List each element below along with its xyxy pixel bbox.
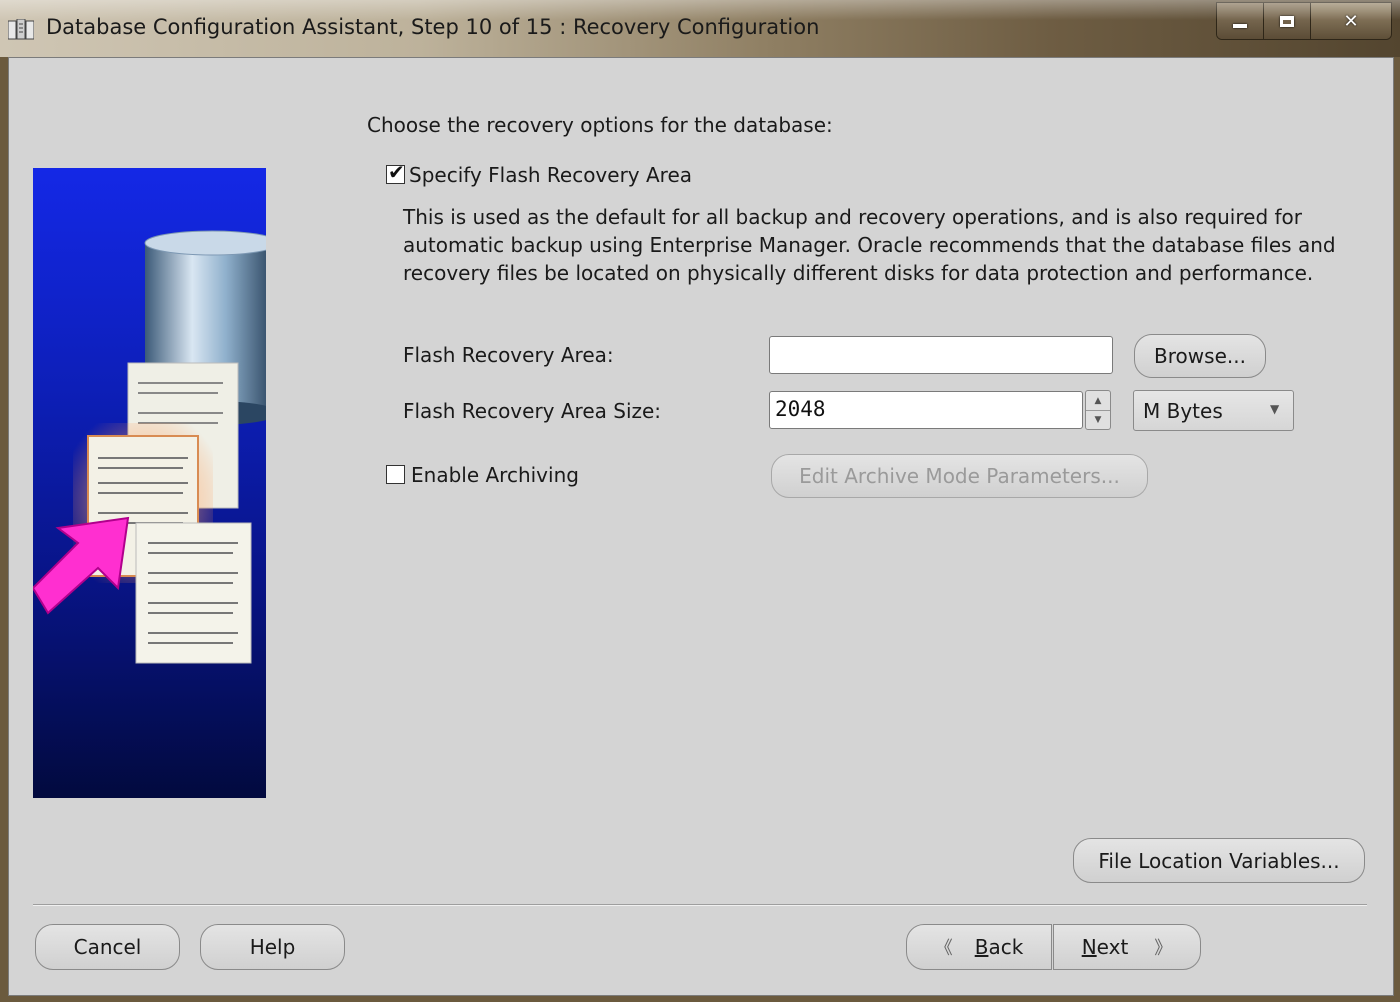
flash-size-input[interactable]: 2048 bbox=[769, 391, 1083, 429]
next-button[interactable]: Next 》 bbox=[1053, 924, 1201, 970]
next-label: Next bbox=[1081, 935, 1129, 959]
browse-button[interactable]: Browse... bbox=[1134, 334, 1266, 378]
window-title: Database Configuration Assistant, Step 1… bbox=[46, 15, 820, 39]
back-label: Back bbox=[974, 935, 1024, 959]
maximize-button[interactable] bbox=[1264, 3, 1311, 39]
size-unit-select[interactable]: M Bytes ▼ bbox=[1133, 390, 1294, 431]
file-location-variables-button[interactable]: File Location Variables... bbox=[1073, 838, 1365, 883]
dialog-body: Choose the recovery options for the data… bbox=[8, 57, 1394, 996]
flash-area-label: Flash Recovery Area: bbox=[403, 343, 614, 367]
size-unit-value: M Bytes bbox=[1143, 399, 1223, 423]
chevron-left-icon: 《 bbox=[934, 938, 953, 959]
specify-flash-label[interactable]: Specify Flash Recovery Area bbox=[409, 163, 692, 187]
checkmark-icon: ✔ bbox=[388, 160, 405, 184]
close-button[interactable]: ✕ bbox=[1311, 3, 1391, 39]
specify-flash-checkbox[interactable]: ✔ bbox=[386, 160, 405, 184]
footer-separator bbox=[33, 904, 1367, 906]
chevron-right-icon: 》 bbox=[1154, 938, 1173, 959]
title-bar: Database Configuration Assistant, Step 1… bbox=[0, 0, 1400, 57]
minimize-button[interactable] bbox=[1217, 3, 1264, 39]
cancel-button[interactable]: Cancel bbox=[35, 924, 180, 970]
recovery-illustration bbox=[33, 168, 266, 798]
intro-text: Choose the recovery options for the data… bbox=[367, 113, 833, 137]
back-button[interactable]: 《 Back bbox=[906, 924, 1052, 970]
flash-size-label: Flash Recovery Area Size: bbox=[403, 399, 662, 423]
enable-archiving-label[interactable]: Enable Archiving bbox=[411, 463, 579, 487]
database-documents-icon bbox=[33, 230, 266, 664]
flash-size-spinner: ▲ ▼ bbox=[1085, 390, 1111, 430]
close-icon: ✕ bbox=[1343, 10, 1359, 32]
window-controls: ✕ bbox=[1216, 2, 1392, 40]
edit-archive-params-button[interactable]: Edit Archive Mode Parameters... bbox=[771, 454, 1148, 498]
flash-description: This is used as the default for all back… bbox=[403, 205, 1336, 285]
enable-archiving-checkbox[interactable] bbox=[386, 465, 405, 484]
database-app-icon bbox=[8, 19, 34, 40]
spin-up-icon[interactable]: ▲ bbox=[1086, 391, 1110, 411]
flash-area-input[interactable] bbox=[769, 336, 1113, 374]
spin-down-icon[interactable]: ▼ bbox=[1086, 410, 1110, 429]
maximize-icon bbox=[1280, 15, 1294, 27]
chevron-down-icon: ▼ bbox=[1270, 402, 1280, 416]
navigation-buttons: 《 Back Next 》 bbox=[906, 924, 1201, 970]
help-button[interactable]: Help bbox=[200, 924, 345, 970]
minimize-icon bbox=[1233, 24, 1247, 28]
